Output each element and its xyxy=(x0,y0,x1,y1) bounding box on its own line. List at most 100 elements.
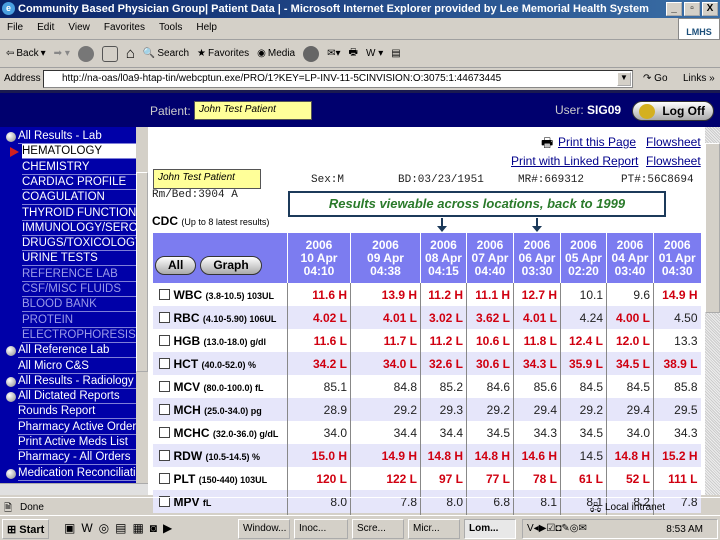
home-icon[interactable]: ⌂ xyxy=(126,45,135,62)
nav-item[interactable]: COAGULATION xyxy=(22,190,136,206)
result-cell[interactable]: 30.6 L xyxy=(466,352,514,375)
links-button[interactable]: Links » xyxy=(683,73,715,84)
result-cell[interactable]: 78 L xyxy=(513,467,561,490)
result-cell[interactable]: 34.0 L xyxy=(350,352,421,375)
result-cell[interactable]: 11.2 H xyxy=(420,283,467,306)
result-cell[interactable]: 14.9 H xyxy=(653,283,701,306)
result-cell[interactable]: 14.5 xyxy=(560,444,607,467)
row-checkbox[interactable] xyxy=(158,380,170,392)
result-cell[interactable]: 34.3 xyxy=(513,421,561,444)
stop-icon[interactable] xyxy=(77,45,94,62)
nav-item[interactable]: Rounds Report xyxy=(18,404,138,420)
row-checkbox[interactable] xyxy=(158,449,170,461)
result-cell[interactable]: 111 L xyxy=(653,467,701,490)
result-cell[interactable]: 29.3 xyxy=(420,398,467,421)
result-cell[interactable]: 120 L xyxy=(287,467,351,490)
nav-scroll-thumb[interactable] xyxy=(136,172,148,372)
content-scroll-thumb[interactable] xyxy=(705,143,720,313)
favorites-button[interactable]: ★ Favorites xyxy=(197,48,249,59)
nav-item[interactable]: ELECTROPHORESIS xyxy=(22,328,136,343)
result-cell[interactable]: 14.8 H xyxy=(420,444,467,467)
result-cell[interactable]: 35.9 L xyxy=(560,352,607,375)
result-cell[interactable]: 12.7 H xyxy=(513,283,561,306)
result-cell[interactable]: 4.24 xyxy=(560,306,607,329)
result-cell[interactable]: 85.8 xyxy=(653,375,701,398)
nav-item[interactable]: THYROID FUNCTION xyxy=(22,206,136,221)
print-page-link[interactable]: Print this Page xyxy=(558,135,636,149)
minimize-button[interactable]: _ xyxy=(666,2,682,16)
result-cell[interactable]: 11.8 L xyxy=(513,329,561,352)
nav-item[interactable]: CARDIAC PROFILE xyxy=(22,175,136,190)
nav-item[interactable]: CHEMISTRY xyxy=(22,160,136,175)
column-header[interactable]: 2006 04 Apr 03:40 xyxy=(606,233,654,283)
close-button[interactable]: X xyxy=(702,2,718,16)
nav-item[interactable]: All Results - Lab xyxy=(18,129,138,144)
address-dropdown[interactable]: ▼ xyxy=(617,72,631,86)
print-linked-report-link[interactable]: Print with Linked Report xyxy=(511,154,638,168)
refresh-icon[interactable] xyxy=(101,45,118,62)
column-header[interactable]: 2006 01 Apr 04:30 xyxy=(653,233,701,283)
result-cell[interactable]: 77 L xyxy=(466,467,514,490)
result-cell[interactable]: 29.5 xyxy=(653,398,701,421)
graph-button[interactable]: Graph xyxy=(200,256,262,275)
nav-item[interactable]: IMMUNOLOGY/SEROLOGY xyxy=(22,221,136,236)
result-cell[interactable]: 15.2 H xyxy=(653,444,701,467)
result-cell[interactable]: 4.02 L xyxy=(287,306,351,329)
row-checkbox[interactable] xyxy=(158,426,170,438)
result-cell[interactable]: 84.6 xyxy=(466,375,514,398)
result-cell[interactable]: 29.2 xyxy=(350,398,421,421)
result-cell[interactable]: 12.4 L xyxy=(560,329,607,352)
nav-item[interactable]: REFERENCE LAB xyxy=(22,267,136,282)
result-cell[interactable]: 11.6 L xyxy=(287,329,351,352)
result-cell[interactable]: 11.7 L xyxy=(350,329,421,352)
result-cell[interactable]: 14.6 H xyxy=(513,444,561,467)
nav-item[interactable]: All Reference Lab xyxy=(18,343,138,359)
address-input[interactable]: http://na-oas/l0a9-htap-tin/webcptun.exe… xyxy=(43,70,633,88)
column-header[interactable]: 2006 10 Apr 04:10 xyxy=(287,233,351,283)
result-cell[interactable]: 34.4 xyxy=(350,421,421,444)
result-cell[interactable]: 34.5 xyxy=(560,421,607,444)
result-cell[interactable]: 85.6 xyxy=(513,375,561,398)
history-icon[interactable] xyxy=(303,45,320,62)
result-cell[interactable]: 3.02 L xyxy=(420,306,467,329)
search-button[interactable]: 🔍 Search xyxy=(143,48,189,59)
result-cell[interactable]: 34.3 xyxy=(653,421,701,444)
mail-icon[interactable]: ✉▾ xyxy=(327,48,340,59)
task-micr[interactable]: Micr... xyxy=(408,519,460,539)
result-cell[interactable]: 122 L xyxy=(350,467,421,490)
print-icon[interactable]: 🖶 xyxy=(349,45,358,62)
word-icon[interactable]: W ▾ xyxy=(366,48,383,59)
result-cell[interactable]: 84.5 xyxy=(606,375,654,398)
result-cell[interactable]: 85.1 xyxy=(287,375,351,398)
result-cell[interactable]: 9.6 xyxy=(606,283,654,306)
nav-item[interactable]: Medication Reconciliation xyxy=(18,466,138,481)
result-cell[interactable]: 38.9 L xyxy=(653,352,701,375)
result-cell[interactable]: 15.0 H xyxy=(287,444,351,467)
nav-item[interactable]: Pharmacy Active Orders xyxy=(18,420,138,435)
flowsheet-link-2[interactable]: Flowsheet xyxy=(646,154,701,168)
result-cell[interactable]: 14.8 H xyxy=(466,444,514,467)
row-checkbox[interactable] xyxy=(158,403,170,415)
row-checkbox[interactable] xyxy=(158,357,170,369)
result-cell[interactable]: 34.5 xyxy=(466,421,514,444)
result-cell[interactable]: 29.4 xyxy=(606,398,654,421)
result-cell[interactable]: 14.8 H xyxy=(606,444,654,467)
result-cell[interactable]: 3.62 L xyxy=(466,306,514,329)
result-cell[interactable]: 28.9 xyxy=(287,398,351,421)
content-scrollbar[interactable] xyxy=(705,127,720,495)
result-cell[interactable]: 34.2 L xyxy=(287,352,351,375)
maximize-button[interactable]: ▫ xyxy=(684,2,700,16)
result-cell[interactable]: 84.5 xyxy=(560,375,607,398)
nav-item[interactable]: All Dictated Reports xyxy=(18,389,138,405)
result-cell[interactable]: 11.1 H xyxy=(466,283,514,306)
result-cell[interactable]: 34.0 xyxy=(606,421,654,444)
result-cell[interactable]: 84.8 xyxy=(350,375,421,398)
log-off-button[interactable]: Log Off xyxy=(632,101,714,121)
nav-scrollbar[interactable] xyxy=(136,127,148,483)
result-cell[interactable]: 85.2 xyxy=(420,375,467,398)
result-cell[interactable]: 13.3 xyxy=(653,329,701,352)
row-checkbox[interactable] xyxy=(158,311,170,323)
result-cell[interactable]: 34.0 xyxy=(287,421,351,444)
flowsheet-link[interactable]: Flowsheet xyxy=(646,135,701,149)
nav-horizontal-scrollbar[interactable] xyxy=(0,483,148,495)
